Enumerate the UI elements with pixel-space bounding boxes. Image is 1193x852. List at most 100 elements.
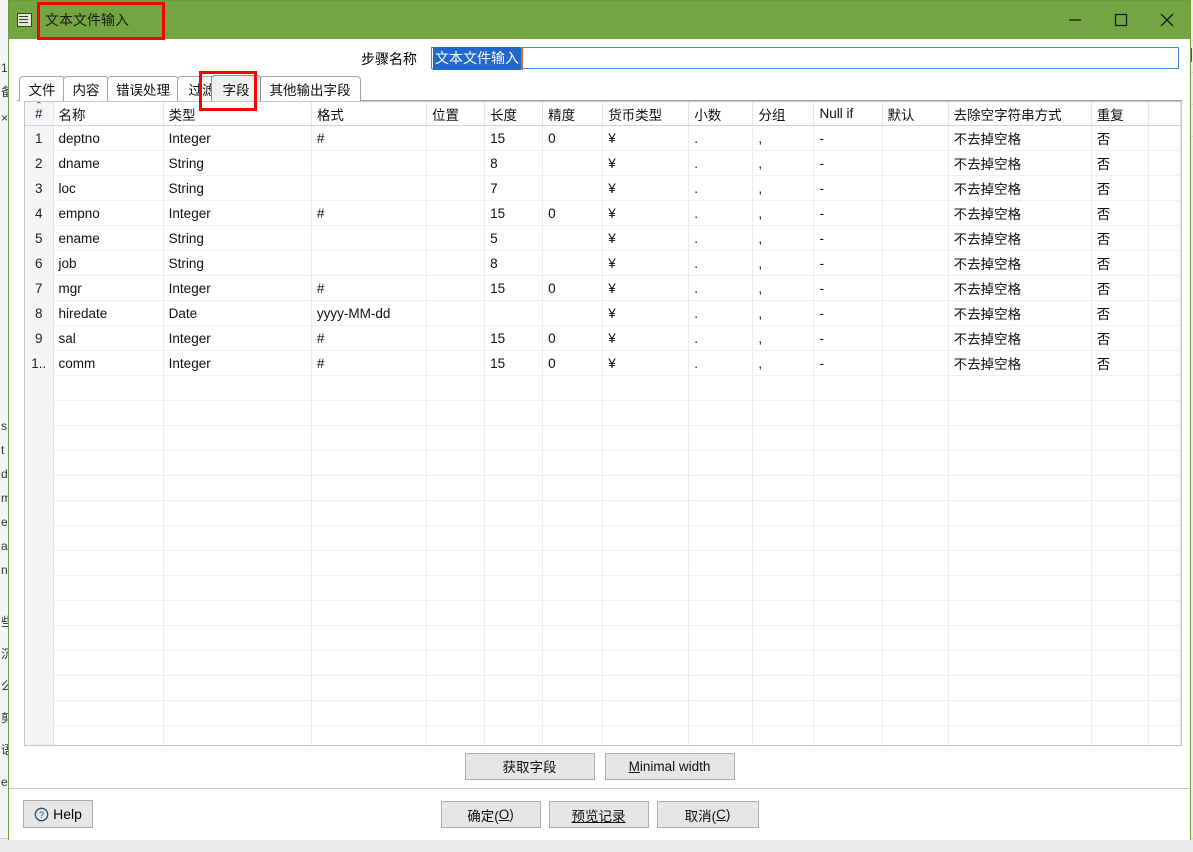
cell-idx[interactable]: 7 bbox=[25, 275, 54, 301]
cell-empty[interactable] bbox=[752, 700, 815, 726]
cell-repeat[interactable]: 否 bbox=[1091, 275, 1149, 301]
cell-currency[interactable]: ¥ bbox=[602, 250, 690, 276]
column-header-default[interactable]: 默认 bbox=[882, 102, 949, 126]
cell-empty[interactable] bbox=[311, 475, 428, 501]
cell-empty[interactable] bbox=[311, 525, 428, 551]
cell-repeat[interactable]: 否 bbox=[1091, 175, 1149, 201]
column-header-index[interactable]: ⌃ # bbox=[25, 102, 54, 126]
cell-empty[interactable] bbox=[882, 650, 949, 676]
step-name-input[interactable]: 文本文件输入 bbox=[431, 46, 1179, 70]
column-header-decimal[interactable]: 小数 bbox=[688, 102, 754, 126]
cell-name[interactable]: hiredate bbox=[53, 300, 164, 326]
cell-empty[interactable] bbox=[25, 575, 54, 601]
cell-empty[interactable] bbox=[311, 425, 428, 451]
cell-idx[interactable]: 5 bbox=[25, 225, 54, 251]
cell-empty[interactable] bbox=[752, 450, 815, 476]
cell-empty[interactable] bbox=[813, 525, 883, 551]
cell-trimtype[interactable]: 不去掉空格 bbox=[948, 200, 1092, 226]
cell-empty[interactable] bbox=[163, 675, 312, 701]
cell-empty[interactable] bbox=[484, 450, 544, 476]
cell-empty[interactable] bbox=[1091, 375, 1149, 401]
cell-empty[interactable] bbox=[311, 725, 428, 745]
cell-repeat[interactable]: 否 bbox=[1091, 350, 1149, 376]
cell-empty[interactable] bbox=[688, 550, 754, 576]
cell-empty[interactable] bbox=[1148, 475, 1181, 501]
cell-format[interactable] bbox=[311, 150, 428, 176]
cell-default[interactable] bbox=[882, 150, 949, 176]
table-row[interactable]: 7 mgr Integer #15 0 ¥., - 不去掉空格否 bbox=[25, 275, 1181, 301]
cell-empty[interactable] bbox=[484, 700, 544, 726]
cell-decimal[interactable]: . bbox=[688, 125, 754, 151]
cell-empty[interactable] bbox=[813, 550, 883, 576]
cell-group[interactable]: , bbox=[752, 225, 815, 251]
table-row[interactable]: 8 hiredate Date yyyy-MM-dd ¥., - 不去掉空格否 bbox=[25, 300, 1181, 326]
column-header-position[interactable]: 位置 bbox=[426, 102, 486, 126]
cell-empty[interactable] bbox=[1148, 550, 1181, 576]
cell-format[interactable]: # bbox=[311, 200, 428, 226]
cell-empty[interactable] bbox=[426, 575, 486, 601]
cell-position[interactable] bbox=[426, 300, 486, 326]
cell-empty[interactable] bbox=[948, 575, 1092, 601]
cell-empty[interactable] bbox=[542, 650, 604, 676]
cell-type[interactable]: String bbox=[163, 175, 312, 201]
cell-empty[interactable] bbox=[1091, 500, 1149, 526]
cell-empty[interactable] bbox=[1091, 675, 1149, 701]
column-header-nullif[interactable]: Null if bbox=[813, 102, 883, 126]
cell-empty[interactable] bbox=[484, 425, 544, 451]
cell-empty[interactable] bbox=[813, 700, 883, 726]
cell-empty[interactable] bbox=[688, 675, 754, 701]
cell-empty[interactable] bbox=[426, 525, 486, 551]
cell-empty[interactable] bbox=[542, 675, 604, 701]
cell-type[interactable]: String bbox=[163, 225, 312, 251]
cell-default[interactable] bbox=[882, 200, 949, 226]
table-row-empty[interactable] bbox=[25, 375, 1181, 401]
cell-empty[interactable] bbox=[752, 475, 815, 501]
cell-nullif[interactable]: - bbox=[813, 350, 883, 376]
cell-empty[interactable] bbox=[602, 575, 690, 601]
cell-extra[interactable] bbox=[1148, 125, 1181, 151]
table-row[interactable]: 3 loc String 7 ¥., - 不去掉空格否 bbox=[25, 175, 1181, 201]
cell-group[interactable]: , bbox=[752, 175, 815, 201]
cell-empty[interactable] bbox=[948, 625, 1092, 651]
column-header-group[interactable]: 分组 bbox=[752, 102, 815, 126]
cell-decimal[interactable]: . bbox=[688, 350, 754, 376]
cell-empty[interactable] bbox=[882, 575, 949, 601]
cell-empty[interactable] bbox=[311, 675, 428, 701]
cell-empty[interactable] bbox=[882, 525, 949, 551]
cell-extra[interactable] bbox=[1148, 200, 1181, 226]
cell-empty[interactable] bbox=[602, 500, 690, 526]
cell-currency[interactable]: ¥ bbox=[602, 150, 690, 176]
cell-empty[interactable] bbox=[311, 550, 428, 576]
table-row[interactable]: 1.. comm Integer #15 0 ¥., - 不去掉空格否 bbox=[25, 350, 1181, 376]
cell-length[interactable]: 8 bbox=[484, 250, 544, 276]
cell-repeat[interactable]: 否 bbox=[1091, 225, 1149, 251]
cell-empty[interactable] bbox=[688, 650, 754, 676]
cell-format[interactable]: # bbox=[311, 325, 428, 351]
cell-empty[interactable] bbox=[25, 450, 54, 476]
cell-empty[interactable] bbox=[542, 525, 604, 551]
cell-empty[interactable] bbox=[53, 525, 164, 551]
cell-empty[interactable] bbox=[53, 575, 164, 601]
cell-name[interactable]: comm bbox=[53, 350, 164, 376]
cell-group[interactable]: , bbox=[752, 250, 815, 276]
cell-group[interactable]: , bbox=[752, 325, 815, 351]
cell-empty[interactable] bbox=[53, 700, 164, 726]
cell-empty[interactable] bbox=[752, 625, 815, 651]
cell-name[interactable]: mgr bbox=[53, 275, 164, 301]
column-header-currency[interactable]: 货币类型 bbox=[602, 102, 690, 126]
cell-position[interactable] bbox=[426, 200, 486, 226]
cell-empty[interactable] bbox=[948, 525, 1092, 551]
cell-empty[interactable] bbox=[948, 700, 1092, 726]
cell-length[interactable]: 7 bbox=[484, 175, 544, 201]
cell-name[interactable]: loc bbox=[53, 175, 164, 201]
cell-length[interactable]: 8 bbox=[484, 150, 544, 176]
cell-empty[interactable] bbox=[752, 600, 815, 626]
cell-empty[interactable] bbox=[484, 575, 544, 601]
cell-empty[interactable] bbox=[1091, 700, 1149, 726]
table-row-empty[interactable] bbox=[25, 500, 1181, 526]
cell-empty[interactable] bbox=[163, 450, 312, 476]
cell-empty[interactable] bbox=[484, 600, 544, 626]
minimal-width-button[interactable]: Minimal width bbox=[604, 752, 735, 780]
cell-position[interactable] bbox=[426, 150, 486, 176]
cell-format[interactable] bbox=[311, 225, 428, 251]
